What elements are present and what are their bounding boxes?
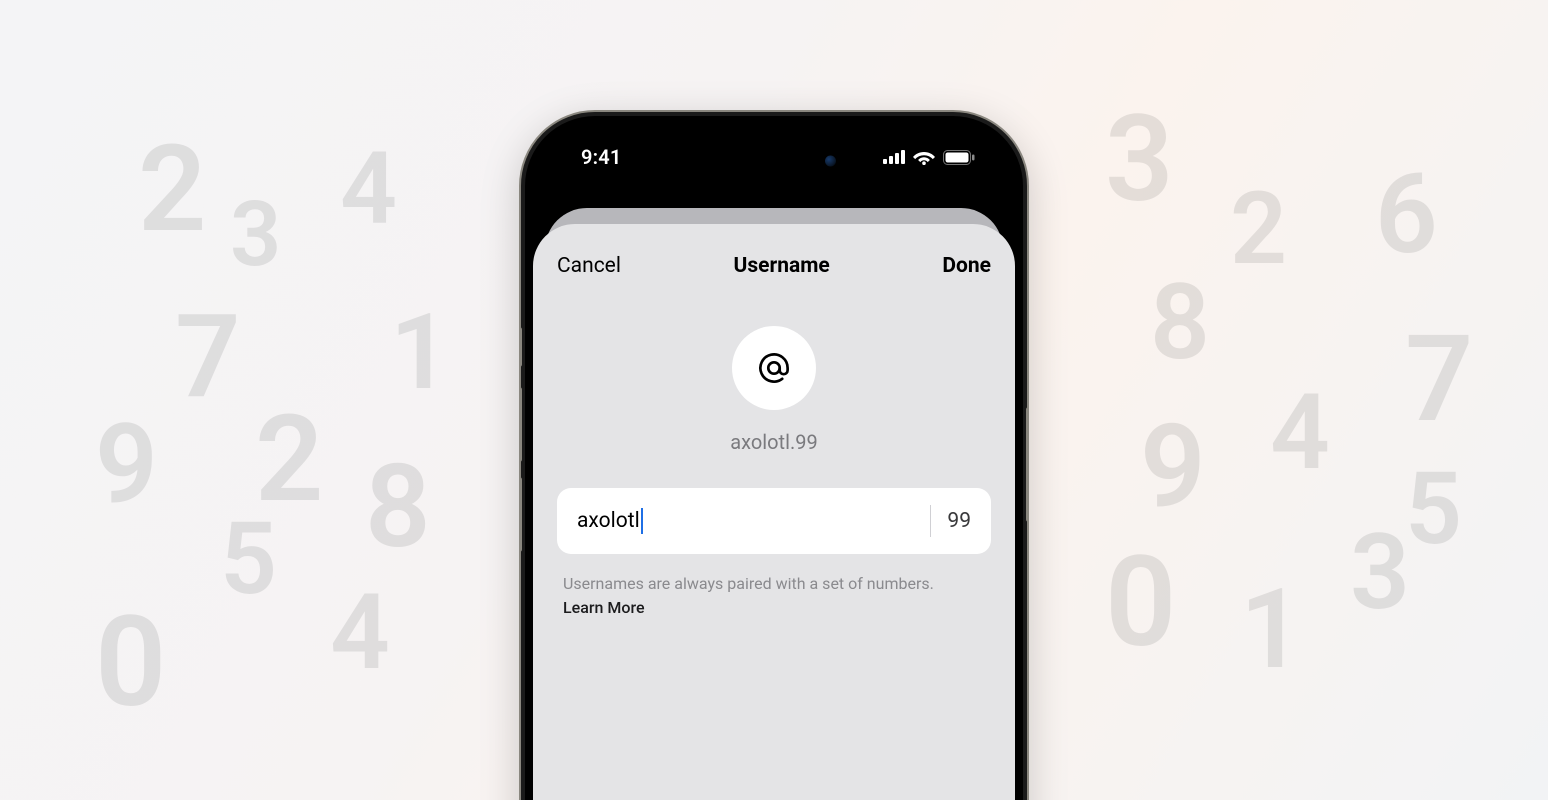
cancel-button[interactable]: Cancel xyxy=(557,254,621,278)
decorative-number: 3 xyxy=(230,190,281,280)
dynamic-island xyxy=(699,140,849,182)
at-sign-icon xyxy=(755,349,793,387)
decorative-number: 6 xyxy=(1375,160,1438,270)
decorative-number: 1 xyxy=(390,300,450,405)
phone-side-button xyxy=(519,327,522,367)
learn-more-link[interactable]: Learn More xyxy=(563,598,645,617)
decorative-number: 8 xyxy=(1150,270,1210,375)
done-button[interactable]: Done xyxy=(942,254,991,278)
phone-side-button xyxy=(519,387,522,462)
decorative-number: 9 xyxy=(95,410,158,520)
navbar: Cancel Username Done xyxy=(533,238,1015,296)
decorative-number: 3 xyxy=(1105,100,1174,220)
decorative-number: 2 xyxy=(1230,180,1287,280)
username-sheet: Cancel Username Done axolotl.99 axolotl xyxy=(533,224,1015,800)
decorative-number: 4 xyxy=(330,580,390,685)
status-icons xyxy=(883,149,975,165)
decorative-number: 7 xyxy=(1405,320,1474,440)
decorative-number: 2 xyxy=(138,130,207,250)
decorative-number: 4 xyxy=(340,140,397,240)
sheet-content: axolotl.99 axolotl 99 Usernames are alwa… xyxy=(533,296,1015,620)
decorative-number: 2 xyxy=(255,400,324,520)
cellular-icon xyxy=(883,150,905,164)
decorative-number: 1 xyxy=(1240,575,1303,685)
phone-frame: 9:41 xyxy=(519,110,1029,800)
decorative-number: 3 xyxy=(1350,520,1410,625)
hint-text: Usernames are always paired with a set o… xyxy=(563,574,934,593)
username-suffix: 99 xyxy=(947,509,971,533)
decorative-number: 5 xyxy=(220,510,277,610)
field-separator xyxy=(930,505,931,537)
decorative-number: 7 xyxy=(175,300,241,415)
username-input[interactable]: axolotl xyxy=(577,508,914,534)
hint: Usernames are always paired with a set o… xyxy=(557,572,991,620)
status-time: 9:41 xyxy=(581,145,622,169)
at-sign-badge xyxy=(732,326,816,410)
username-display: axolotl.99 xyxy=(557,430,991,454)
decorative-number: 0 xyxy=(95,600,166,725)
page-title: Username xyxy=(734,254,830,278)
decorative-number: 5 xyxy=(1405,460,1462,560)
phone-side-button xyxy=(519,477,522,552)
battery-icon xyxy=(943,150,975,165)
wifi-icon xyxy=(913,149,935,165)
phone-side-button xyxy=(1026,407,1029,522)
front-camera-icon xyxy=(825,156,836,167)
text-cursor xyxy=(641,508,643,534)
decorative-number: 0 xyxy=(1105,540,1176,665)
phone-screen: 9:41 xyxy=(533,124,1015,800)
decorative-number: 4 xyxy=(1270,380,1330,485)
decorative-number: 9 xyxy=(1140,410,1206,525)
decorative-number: 8 xyxy=(365,450,431,565)
username-input-value: axolotl xyxy=(577,509,640,533)
username-field[interactable]: axolotl 99 xyxy=(557,488,991,554)
